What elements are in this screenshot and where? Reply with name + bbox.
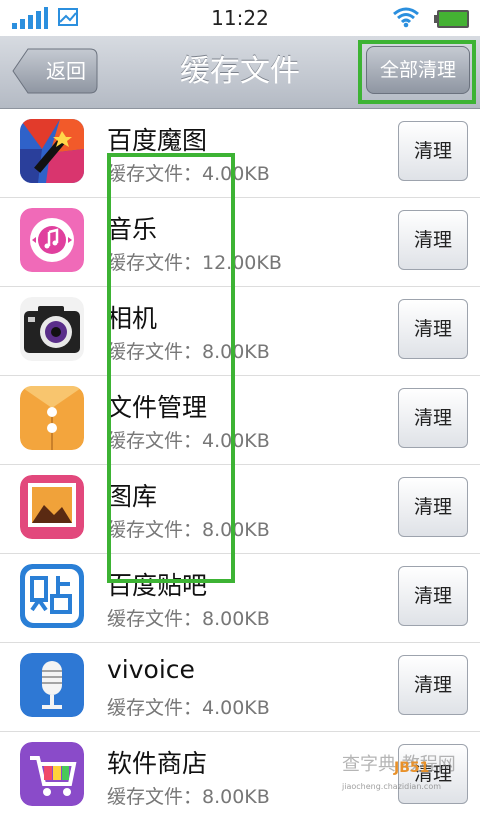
- back-label: 返回: [46, 59, 86, 83]
- list-item: 百度魔图 缓存文件：4.00KB 清理: [0, 109, 480, 198]
- clean-button[interactable]: 清理: [398, 210, 468, 270]
- file-manager-icon: [20, 386, 84, 450]
- clean-button[interactable]: 清理: [398, 121, 468, 181]
- clean-button[interactable]: 清理: [398, 477, 468, 537]
- list-item: 相机 缓存文件：8.00KB 清理: [0, 287, 480, 376]
- cache-size: 缓存文件：8.00KB: [107, 786, 270, 808]
- microphone-icon: [20, 653, 84, 717]
- baidu-tieba-icon: [20, 564, 84, 628]
- list-item: 文件管理 缓存文件：4.00KB 清理: [0, 376, 480, 465]
- wifi-icon: [393, 7, 419, 28]
- app-name: 百度魔图: [107, 126, 208, 155]
- watermark: 查字典 教程网 JB51 jiaocheng.chazidian.com: [342, 748, 480, 800]
- clean-button[interactable]: 清理: [398, 566, 468, 626]
- app-name: 软件商店: [107, 749, 208, 778]
- list-item: 音乐 缓存文件：12.00KB 清理: [0, 198, 480, 287]
- clean-button[interactable]: 清理: [398, 388, 468, 448]
- watermark-url: jiaocheng.chazidian.com: [342, 782, 442, 791]
- app-store-icon: [20, 742, 84, 806]
- battery-icon: [434, 10, 469, 28]
- highlight-box-app-names: [107, 153, 235, 583]
- status-bar: 11:22: [0, 0, 480, 36]
- camera-icon: [20, 297, 84, 361]
- cache-size: 缓存文件：8.00KB: [107, 608, 270, 630]
- highlight-box-clear-all: [358, 40, 476, 104]
- clean-button[interactable]: 清理: [398, 299, 468, 359]
- list-item: vivoice 缓存文件：4.00KB 清理: [0, 643, 480, 732]
- gallery-icon: [20, 475, 84, 539]
- list-item: 图库 缓存文件：8.00KB 清理: [0, 465, 480, 554]
- music-icon: [20, 208, 84, 272]
- back-button[interactable]: 返回: [12, 48, 98, 94]
- clean-button[interactable]: 清理: [398, 655, 468, 715]
- cache-size: 缓存文件：4.00KB: [107, 697, 270, 719]
- watermark-logo: JB51: [394, 760, 430, 776]
- list-item: 百度贴吧 缓存文件：8.00KB 清理: [0, 554, 480, 643]
- app-name: vivoice: [107, 655, 195, 684]
- baidu-motu-icon: [20, 119, 84, 183]
